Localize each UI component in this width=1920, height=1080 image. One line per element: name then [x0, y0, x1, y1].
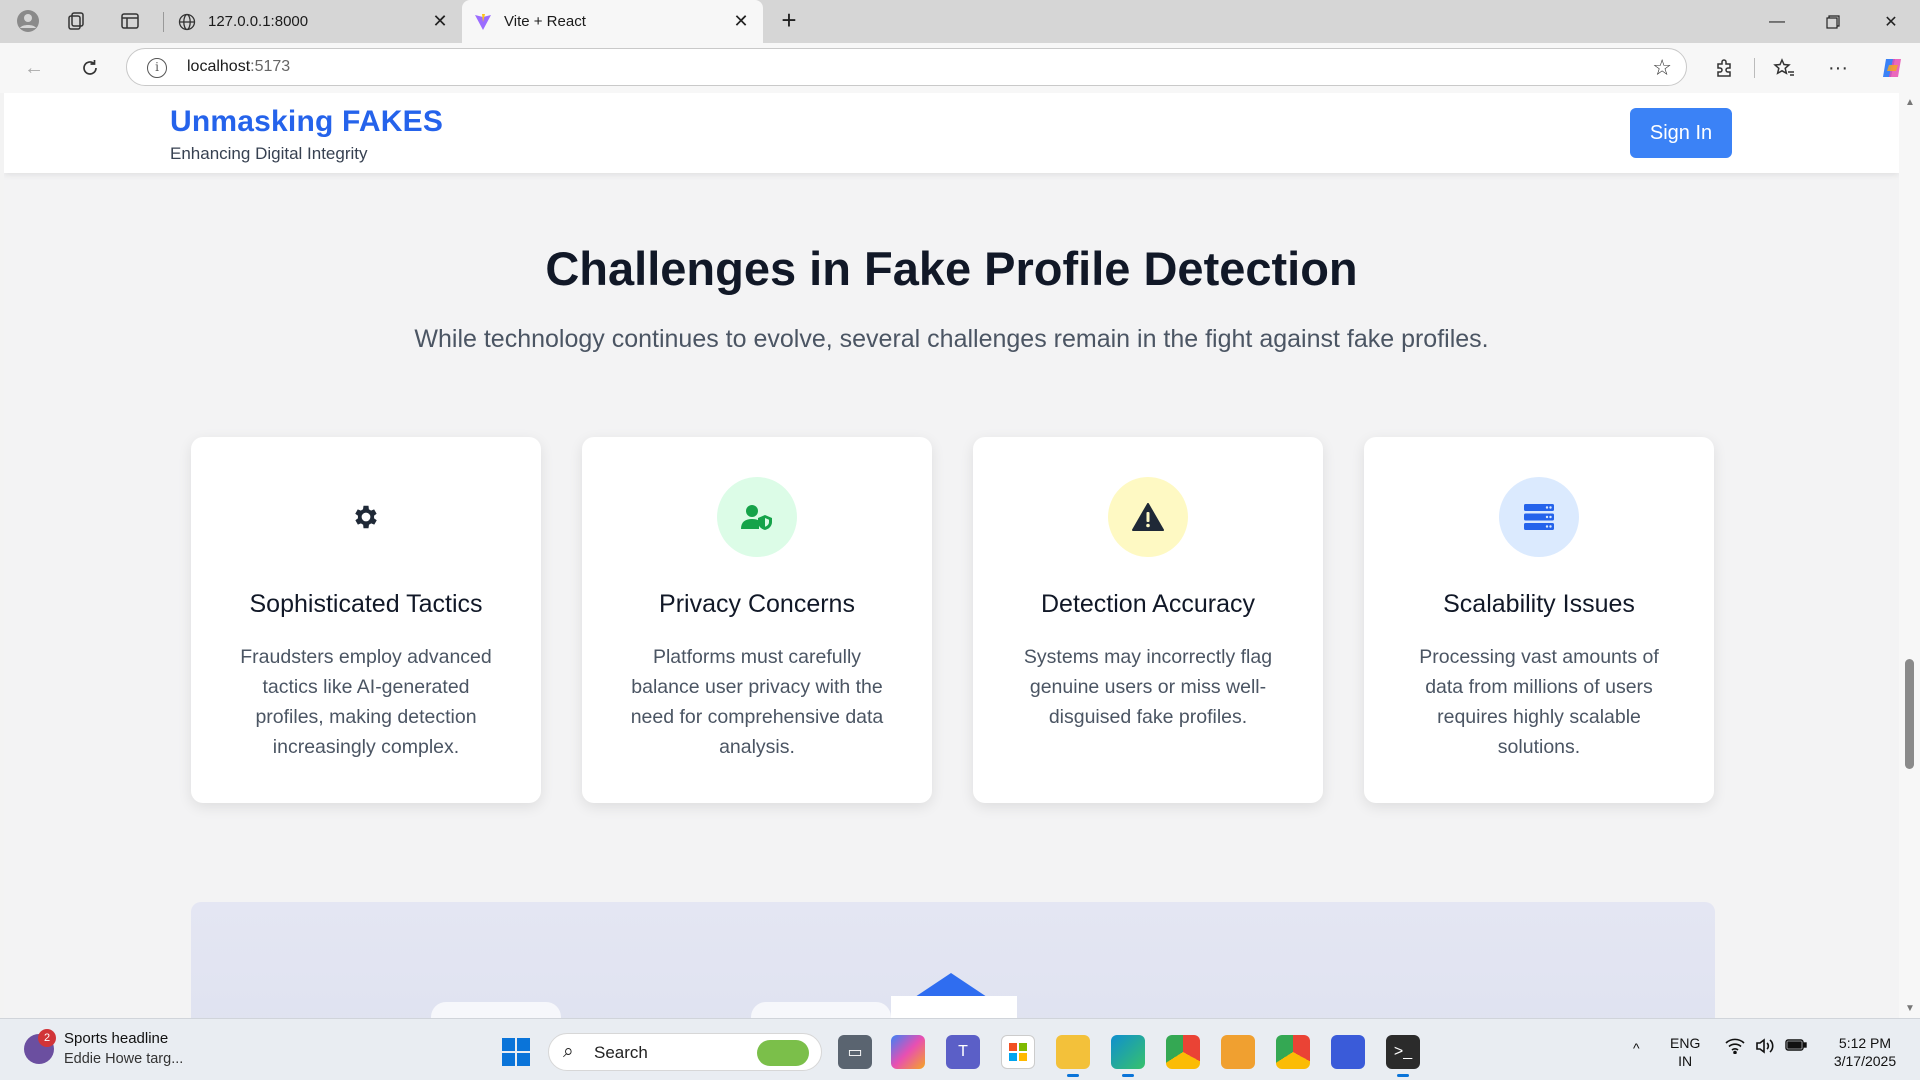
collections-icon[interactable]	[62, 7, 90, 35]
vite-logo-icon	[474, 13, 492, 31]
card-title: Detection Accuracy	[1041, 590, 1255, 618]
news-title: Sports headline	[64, 1030, 169, 1047]
house-roof-shape	[915, 973, 987, 997]
illustration-image	[191, 902, 1715, 1018]
section-subtitle: While technology continues to evolve, se…	[414, 325, 1489, 353]
windows-taskbar: 2 Sports headline Eddie Howe targ... ⌕ S…	[0, 1018, 1920, 1080]
back-button[interactable]: ←	[20, 54, 48, 82]
user-shield-icon	[741, 505, 772, 530]
globe-icon	[178, 13, 196, 31]
close-tab-icon[interactable]: ✕	[430, 11, 450, 32]
house-body-shape	[891, 996, 1017, 1018]
power-automate-icon[interactable]	[1331, 1035, 1365, 1069]
news-widget[interactable]: 2 Sports headline Eddie Howe targ...	[24, 1029, 183, 1069]
clock-date: 3/17/2025	[1833, 1053, 1897, 1069]
card-scalability-issues: Scalability Issues Processing vast amoun…	[1364, 437, 1714, 803]
card-title: Privacy Concerns	[659, 590, 855, 618]
favorites-icon[interactable]	[1770, 54, 1798, 82]
brand-subtitle: Enhancing Digital Integrity	[170, 144, 368, 163]
card-icon-circle	[1499, 477, 1579, 557]
profile-icon[interactable]	[14, 7, 42, 35]
card-description: Processing vast amounts of data from mil…	[1419, 646, 1659, 758]
card-description: Fraudsters employ advanced tactics like …	[240, 646, 492, 758]
language-code: ENG	[1670, 1035, 1701, 1051]
refresh-button[interactable]	[76, 54, 104, 82]
chrome-profile-icon[interactable]	[1166, 1035, 1200, 1069]
medal-app-icon[interactable]	[1221, 1035, 1255, 1069]
page-viewport: Unmasking FAKES Enhancing Digital Integr…	[4, 93, 1899, 1018]
task-view-icon[interactable]: ▭	[838, 1035, 872, 1069]
close-tab-icon[interactable]: ✕	[731, 11, 751, 32]
scrollbar-thumb[interactable]	[1905, 659, 1914, 769]
card-sophisticated-tactics: Sophisticated Tactics Fraudsters employ …	[191, 437, 541, 803]
site-info-icon[interactable]: i	[147, 58, 167, 78]
card-icon-circle	[717, 477, 797, 557]
battery-icon[interactable]	[1785, 1038, 1807, 1056]
tab-title: Vite + React	[504, 13, 586, 30]
gear-icon	[355, 505, 377, 529]
teams-icon[interactable]: T	[946, 1035, 980, 1069]
news-subtitle: Eddie Howe targ...	[64, 1051, 184, 1067]
file-explorer-icon[interactable]	[1056, 1035, 1090, 1077]
show-hidden-icons[interactable]: ^	[1633, 1039, 1640, 1057]
tab-title: 127.0.0.1:8000	[208, 13, 309, 30]
site-header: Unmasking FAKES Enhancing Digital Integr…	[4, 93, 1899, 173]
news-widget-icon: 2	[24, 1029, 56, 1064]
new-tab-button[interactable]: +	[775, 7, 803, 35]
card-description: Systems may incorrectly flag genuine use…	[1023, 646, 1273, 728]
minimize-button[interactable]: —	[1749, 0, 1805, 43]
sign-in-button[interactable]: Sign In	[1630, 108, 1732, 158]
cloud-shape	[751, 1002, 891, 1018]
region-code: IN	[1678, 1053, 1693, 1069]
chrome-icon[interactable]	[1276, 1035, 1310, 1069]
cloud-shape	[431, 1002, 561, 1018]
card-title: Sophisticated Tactics	[249, 590, 483, 618]
volume-icon[interactable]	[1755, 1038, 1775, 1058]
close-window-button[interactable]: ✕	[1863, 0, 1919, 43]
url-field[interactable]: i localhost:5173 ☆	[126, 48, 1687, 86]
tab-actions-icon[interactable]	[116, 7, 144, 35]
address-bar-row: ← i localhost:5173 ☆ ···	[0, 43, 1920, 93]
clock-time: 5:12 PM	[1838, 1035, 1892, 1051]
copilot-app-icon[interactable]	[891, 1035, 925, 1069]
microsoft-store-icon[interactable]	[1001, 1035, 1035, 1069]
search-highlight-image	[757, 1040, 809, 1066]
browser-tab-bar: 127.0.0.1:8000 ✕ Vite + React ✕ + — ✕	[0, 0, 1920, 43]
scroll-up-arrow-icon[interactable]: ▲	[1905, 97, 1915, 108]
card-title: Scalability Issues	[1443, 590, 1635, 618]
section-title: Challenges in Fake Profile Detection	[545, 242, 1358, 295]
language-indicator[interactable]: ENG IN	[1670, 1034, 1700, 1070]
restore-button[interactable]	[1805, 0, 1861, 43]
card-icon-circle	[1108, 477, 1188, 557]
edge-browser-icon[interactable]	[1111, 1035, 1145, 1077]
server-icon	[1524, 504, 1554, 530]
favorite-star-icon[interactable]: ☆	[1652, 55, 1672, 81]
challenge-cards: Sophisticated Tactics Fraudsters employ …	[191, 437, 1715, 805]
clock[interactable]: 5:12 PM 3/17/2025	[1823, 1034, 1907, 1070]
tab-localhost-8000[interactable]: 127.0.0.1:8000 ✕	[166, 0, 462, 43]
extensions-icon[interactable]	[1710, 54, 1738, 82]
taskbar-search[interactable]: ⌕ Search	[548, 1033, 822, 1071]
page-scrollbar[interactable]: ▲ ▼	[1899, 93, 1920, 1018]
card-icon-circle	[326, 477, 406, 557]
scroll-down-arrow-icon[interactable]: ▼	[1905, 1003, 1915, 1014]
url-text: localhost:5173	[187, 58, 291, 75]
terminal-icon[interactable]: >_	[1386, 1035, 1420, 1077]
copilot-icon[interactable]	[1878, 54, 1906, 82]
news-badge: 2	[38, 1029, 56, 1047]
card-description: Platforms must carefully balance user pr…	[630, 646, 884, 758]
start-button[interactable]	[502, 1038, 530, 1066]
card-privacy-concerns: Privacy Concerns Platforms must carefull…	[582, 437, 932, 803]
card-detection-accuracy: Detection Accuracy Systems may incorrect…	[973, 437, 1323, 803]
toolbar-separator	[1754, 58, 1755, 78]
search-icon: ⌕	[563, 1041, 574, 1062]
warning-icon	[1132, 503, 1164, 531]
tab-separator	[163, 12, 164, 32]
tab-vite-react[interactable]: Vite + React ✕	[462, 0, 763, 43]
brand-title: Unmasking FAKES	[170, 105, 444, 138]
search-label: Search	[594, 1043, 648, 1062]
brand[interactable]: Unmasking FAKES Enhancing Digital Integr…	[170, 105, 443, 164]
more-menu-icon[interactable]: ···	[1824, 54, 1852, 82]
wifi-icon[interactable]	[1725, 1038, 1745, 1058]
